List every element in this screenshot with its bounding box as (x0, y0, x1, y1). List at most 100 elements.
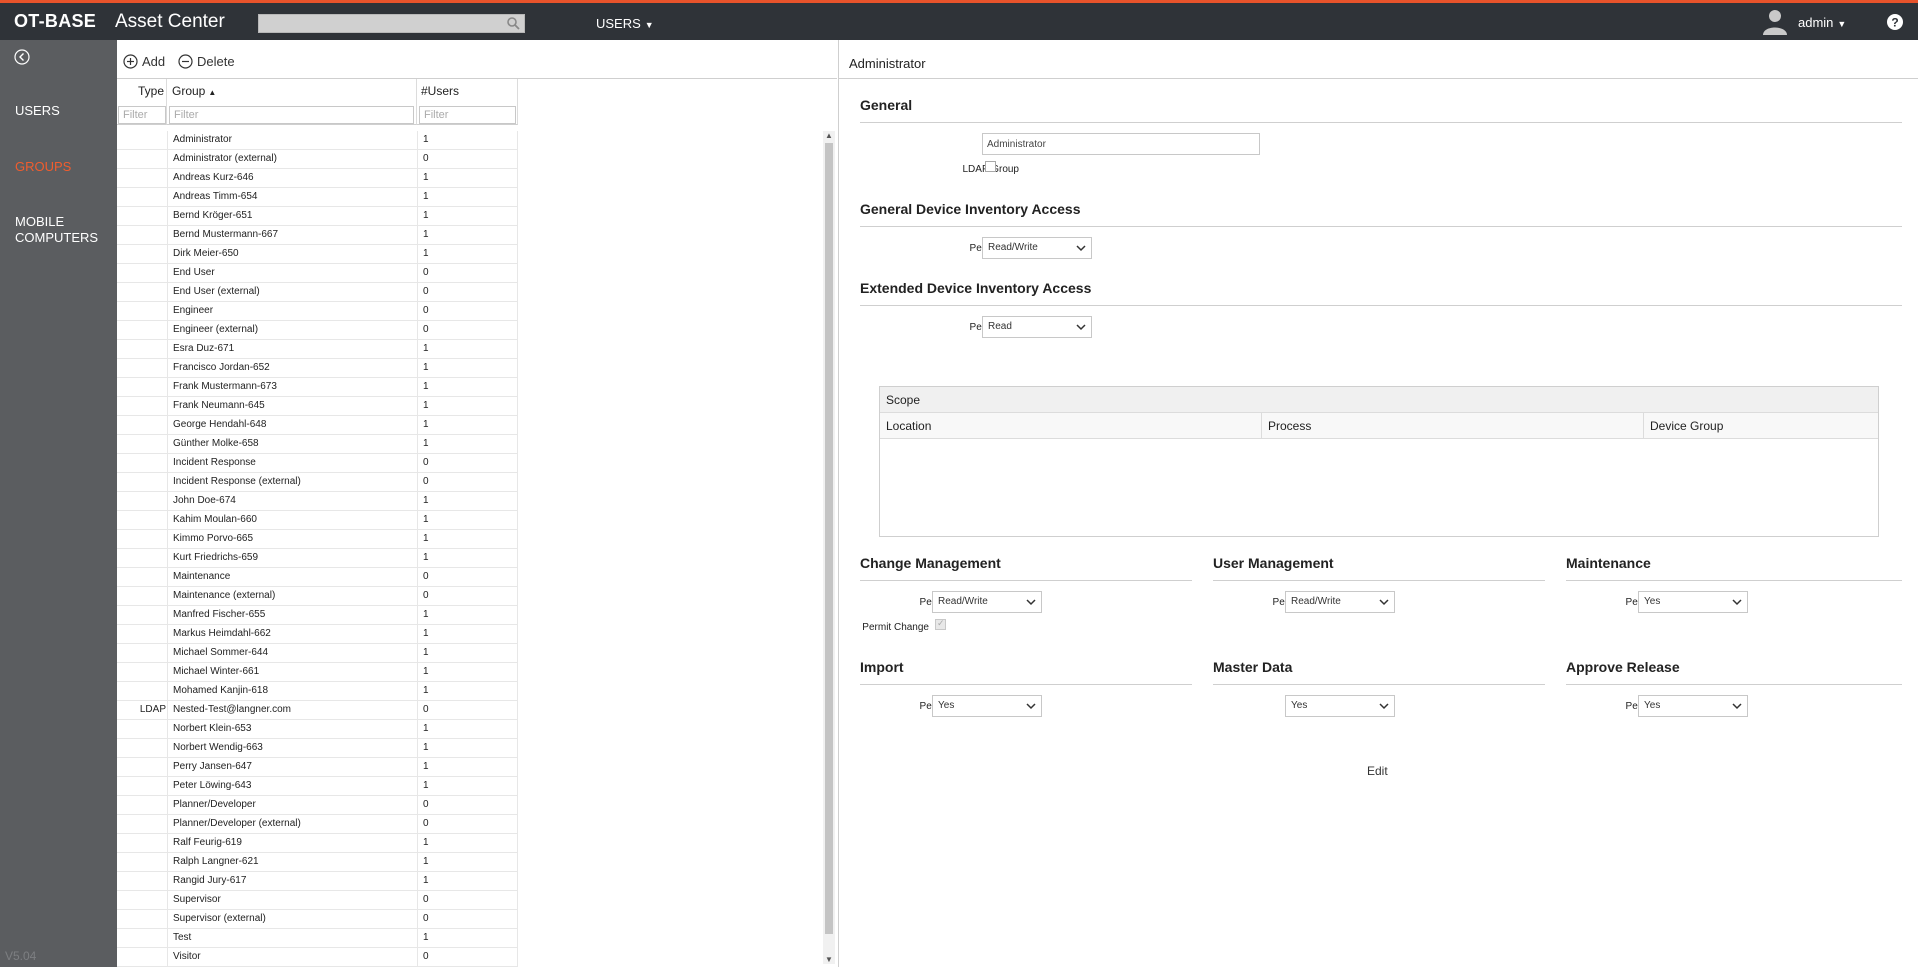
user-avatar-icon[interactable] (1762, 8, 1788, 36)
table-row[interactable]: Kahim Moulan-660 1 (117, 511, 518, 530)
table-row[interactable]: Supervisor 0 (117, 891, 518, 910)
column-header-group[interactable]: Group ▲ (167, 79, 417, 125)
add-button[interactable]: Add (123, 54, 165, 69)
row-group-cell: End User (173, 267, 215, 278)
table-row[interactable]: Dirk Meier-650 1 (117, 245, 518, 264)
table-row[interactable]: Engineer (external) 0 (117, 321, 518, 340)
table-row[interactable]: Frank Neumann-645 1 (117, 397, 518, 416)
column-divider (517, 302, 518, 321)
table-row[interactable]: Michael Winter-661 1 (117, 663, 518, 682)
chevron-down-icon (1732, 703, 1742, 710)
table-row[interactable]: Incident Response 0 (117, 454, 518, 473)
scope-column-location[interactable]: Location (880, 413, 1262, 439)
table-row[interactable]: Maintenance (external) 0 (117, 587, 518, 606)
table-row[interactable]: Engineer 0 (117, 302, 518, 321)
column-divider (167, 359, 168, 378)
table-row[interactable]: Francisco Jordan-652 1 (117, 359, 518, 378)
detail-title: Administrator (849, 56, 926, 71)
section-change-management-heading: Change Management (860, 555, 1001, 571)
collapse-sidebar-icon[interactable] (14, 49, 30, 65)
table-row[interactable]: John Doe-674 1 (117, 492, 518, 511)
table-row[interactable]: Peter Löwing-643 1 (117, 777, 518, 796)
group-filter-input[interactable] (169, 106, 414, 124)
approve-release-permission-select[interactable]: Yes (1638, 695, 1748, 717)
table-row[interactable]: Bernd Mustermann-667 1 (117, 226, 518, 245)
users-filter-input[interactable] (419, 106, 516, 124)
import-permission-select[interactable]: Yes (932, 695, 1042, 717)
extended-inventory-permission-select[interactable]: Read (982, 316, 1092, 338)
table-row[interactable]: Planner/Developer (external) 0 (117, 815, 518, 834)
table-row[interactable]: Esra Duz-671 1 (117, 340, 518, 359)
column-divider (517, 796, 518, 815)
table-row[interactable]: Frank Mustermann-673 1 (117, 378, 518, 397)
table-row[interactable]: Günther Molke-658 1 (117, 435, 518, 454)
row-group-cell: Bernd Kröger-651 (173, 210, 253, 221)
list-scrollbar[interactable]: ▲ ▼ (823, 131, 835, 964)
scrollbar-thumb[interactable] (825, 143, 833, 934)
column-divider (517, 872, 518, 891)
table-row[interactable]: Administrator 1 (117, 131, 518, 150)
table-row[interactable]: Incident Response (external) 0 (117, 473, 518, 492)
table-row[interactable]: Norbert Klein-653 1 (117, 720, 518, 739)
table-row[interactable]: Markus Heimdahl-662 1 (117, 625, 518, 644)
name-field[interactable] (982, 133, 1260, 155)
table-row[interactable]: Andreas Kurz-646 1 (117, 169, 518, 188)
table-row[interactable]: Andreas Timm-654 1 (117, 188, 518, 207)
edit-button[interactable]: Edit (1367, 764, 1388, 778)
top-bar: OT-BASE Asset Center USERS ▼ admin ▼ ? (0, 0, 1918, 40)
table-row[interactable]: Norbert Wendig-663 1 (117, 739, 518, 758)
table-row[interactable]: Administrator (external) 0 (117, 150, 518, 169)
scope-column-device-group[interactable]: Device Group (1644, 413, 1878, 439)
table-row[interactable]: Rangid Jury-617 1 (117, 872, 518, 891)
table-row[interactable]: Manfred Fischer-655 1 (117, 606, 518, 625)
sidebar-item-mobile-computers[interactable]: MOBILE COMPUTERS (15, 214, 98, 246)
type-filter-input[interactable] (118, 106, 166, 124)
row-users-cell: 1 (423, 742, 429, 753)
general-inventory-permission-select[interactable]: Read/Write (982, 237, 1092, 259)
table-row[interactable]: Ralf Feurig-619 1 (117, 834, 518, 853)
row-users-cell: 0 (423, 799, 429, 810)
search-icon[interactable] (506, 16, 520, 30)
row-users-cell: 0 (423, 894, 429, 905)
scroll-up-icon[interactable]: ▲ (825, 131, 833, 140)
column-divider (167, 207, 168, 226)
table-row[interactable]: Michael Sommer-644 1 (117, 644, 518, 663)
sidebar-item-groups[interactable]: GROUPS (15, 159, 71, 175)
table-row[interactable]: Test 1 (117, 929, 518, 948)
table-row[interactable]: Ralph Langner-621 1 (117, 853, 518, 872)
scope-column-process[interactable]: Process (1262, 413, 1644, 439)
ldap-group-checkbox[interactable] (985, 161, 996, 172)
column-divider (167, 891, 168, 910)
scroll-down-icon[interactable]: ▼ (825, 955, 833, 964)
table-row[interactable]: End User (external) 0 (117, 283, 518, 302)
table-row[interactable]: Perry Jansen-647 1 (117, 758, 518, 777)
sidebar-item-users[interactable]: USERS (15, 103, 60, 119)
table-row[interactable]: Mohamed Kanjin-618 1 (117, 682, 518, 701)
table-row[interactable]: Maintenance 0 (117, 568, 518, 587)
table-row[interactable]: Supervisor (external) 0 (117, 910, 518, 929)
table-row[interactable]: Kimmo Porvo-665 1 (117, 530, 518, 549)
app-title: Asset Center (115, 11, 225, 32)
divider (1213, 580, 1545, 581)
table-row[interactable]: George Hendahl-648 1 (117, 416, 518, 435)
table-row[interactable]: Bernd Kröger-651 1 (117, 207, 518, 226)
maintenance-permission-select[interactable]: Yes (1638, 591, 1748, 613)
help-icon[interactable]: ? (1886, 13, 1904, 31)
column-header-users[interactable]: #Users (417, 79, 518, 125)
table-row[interactable]: LDAP Nested-Test@langner.com 0 (117, 701, 518, 720)
permit-change-checkbox[interactable]: ✓ (935, 618, 946, 630)
column-header-type[interactable]: Type (117, 79, 167, 125)
table-row[interactable]: Visitor 0 (117, 948, 518, 967)
master-data-modify-select[interactable]: Yes (1285, 695, 1395, 717)
users-nav-menu[interactable]: USERS ▼ (596, 16, 654, 31)
user-menu[interactable]: admin ▼ (1798, 15, 1846, 30)
table-row[interactable]: Planner/Developer 0 (117, 796, 518, 815)
table-row[interactable]: Kurt Friedrichs-659 1 (117, 549, 518, 568)
change-management-permission-select[interactable]: Read/Write (932, 591, 1042, 613)
search-input[interactable] (258, 14, 525, 33)
table-row[interactable]: End User 0 (117, 264, 518, 283)
type-header-label: Type (138, 84, 165, 98)
row-users-cell: 1 (423, 685, 429, 696)
delete-button[interactable]: Delete (178, 54, 235, 69)
user-management-permission-select[interactable]: Read/Write (1285, 591, 1395, 613)
